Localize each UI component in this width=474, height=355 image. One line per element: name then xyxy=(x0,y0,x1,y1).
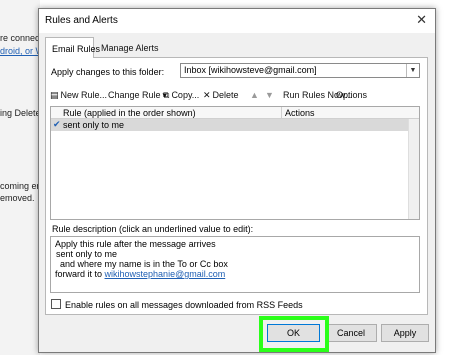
column-divider[interactable] xyxy=(281,107,282,119)
delete-label: Delete xyxy=(212,90,239,100)
folder-select[interactable]: Inbox [wikihowsteve@gmail.com] ▼ xyxy=(180,63,420,78)
description-line: sent only to me xyxy=(56,249,118,259)
ok-button[interactable]: OK xyxy=(267,324,320,342)
rules-and-alerts-dialog: Rules and Alerts ✕ Email Rules Manage Al… xyxy=(38,8,436,353)
apply-button[interactable]: Apply xyxy=(381,324,429,342)
rules-grid: Rule (applied in the order shown) Action… xyxy=(50,106,420,220)
table-row[interactable]: ✔ sent only to me ⇅ xyxy=(51,119,419,131)
delete-button[interactable]: ✕ Delete xyxy=(203,90,239,101)
email-rules-page: Apply changes to this folder: Inbox [wik… xyxy=(45,57,428,315)
rss-rules-option[interactable]: Enable rules on all messages downloaded … xyxy=(51,299,303,310)
rule-checkbox[interactable]: ✔ xyxy=(53,119,61,130)
rss-label: Enable rules on all messages downloaded … xyxy=(65,300,303,310)
copy-label: Copy... xyxy=(171,90,200,100)
description-line: Apply this rule after the message arrive… xyxy=(55,239,216,249)
cancel-button[interactable]: Cancel xyxy=(325,324,377,342)
new-rule-icon: ▤ xyxy=(50,90,59,100)
dialog-titlebar: Rules and Alerts ✕ xyxy=(39,9,435,33)
rules-toolbar: ▤ New Rule... Change Rule ▾ ⧉ Copy... ✕ Dele… xyxy=(50,88,420,104)
description-line: and where my name is in the To or Cc box xyxy=(55,259,228,269)
close-icon[interactable]: ✕ xyxy=(416,12,427,28)
dialog-title: Rules and Alerts xyxy=(45,15,118,26)
grid-scrollbar[interactable] xyxy=(408,119,419,219)
rss-checkbox[interactable] xyxy=(51,299,61,309)
folder-select-value: Inbox [wikihowsteve@gmail.com] xyxy=(184,65,317,75)
column-header-rule[interactable]: Rule (applied in the order shown) xyxy=(63,108,196,118)
copy-button[interactable]: ⧉ Copy... xyxy=(163,90,199,101)
chevron-down-icon[interactable]: ▼ xyxy=(406,64,419,77)
rule-description-box: Apply this rule after the message arrive… xyxy=(50,236,420,293)
description-label: Rule description (click an underlined va… xyxy=(52,224,254,234)
move-down-icon[interactable]: ▼ xyxy=(265,90,274,100)
new-rule-button[interactable]: ▤ New Rule... xyxy=(50,90,107,101)
grid-header: Rule (applied in the order shown) Action… xyxy=(51,107,419,119)
forward-address-link[interactable]: wikihowstephanie@gmail.com xyxy=(105,269,226,279)
folder-label: Apply changes to this folder: xyxy=(51,67,165,77)
delete-icon: ✕ xyxy=(203,90,211,100)
rule-name: sent only to me xyxy=(63,120,125,130)
new-rule-label: New Rule... xyxy=(60,90,108,100)
tab-manage-alerts[interactable]: Manage Alerts xyxy=(95,37,159,58)
description-forward-text: forward it to xyxy=(55,269,105,279)
options-button[interactable]: Options xyxy=(336,90,367,100)
background-text: re connect xyxy=(0,33,43,43)
tab-email-rules[interactable]: Email Rules xyxy=(45,37,100,58)
move-up-icon[interactable]: ▲ xyxy=(250,90,259,100)
description-line: forward it to wikihowstephanie@gmail.com xyxy=(55,269,415,279)
copy-icon: ⧉ xyxy=(163,90,170,100)
change-rule-button[interactable]: Change Rule ▾ xyxy=(108,90,169,101)
background-text: emoved. xyxy=(0,193,35,203)
column-header-actions[interactable]: Actions xyxy=(285,108,315,118)
change-rule-label: Change Rule xyxy=(108,90,161,100)
